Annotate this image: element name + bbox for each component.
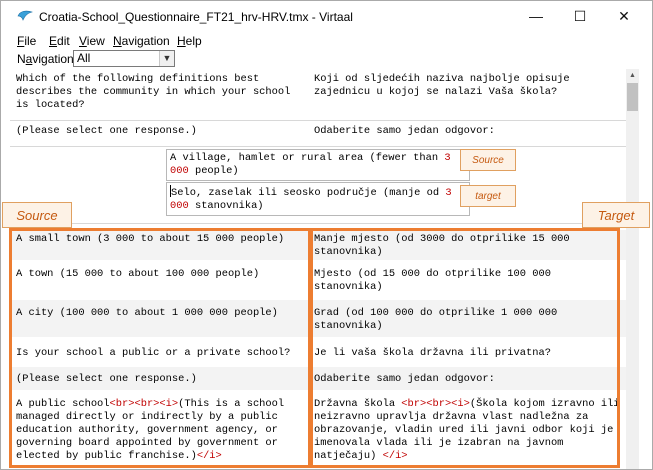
menu-edit[interactable]: Edit — [49, 34, 70, 48]
source-callout-large: Source — [2, 202, 72, 228]
source-callout-small: Source — [460, 149, 516, 171]
navigation-selected-value: All — [77, 51, 91, 65]
target-callout-small: target — [460, 185, 516, 207]
target-text-end[interactable]: stanovnika) — [189, 200, 264, 212]
source-editor: A village, hamlet or rural area (fewer t… — [166, 149, 470, 181]
close-button[interactable]: ✕ — [601, 1, 647, 31]
minimize-button[interactable]: — — [513, 1, 559, 31]
navigation-row: Navigation: All ▼ — [1, 50, 652, 68]
target-text[interactable]: Selo, zaselak ili seosko područje (manje… — [171, 187, 445, 199]
menu-navigation[interactable]: Navigation — [113, 34, 170, 48]
app-window: Croatia-School_Questionnaire_FT21_hrv-HR… — [0, 0, 653, 470]
placeable-number[interactable]: 000 — [170, 165, 189, 177]
virtaal-app-icon — [17, 10, 33, 21]
row-divider — [10, 146, 626, 147]
title-bar: Croatia-School_Questionnaire_FT21_hrv-HR… — [1, 1, 652, 31]
window-title: Croatia-School_Questionnaire_FT21_hrv-HR… — [39, 10, 353, 24]
target-column-highlight — [310, 228, 620, 468]
placeable-number[interactable]: 3 — [444, 152, 450, 164]
target-cell: Koji od sljedećih naziva najbolje opisuj… — [314, 73, 570, 98]
scroll-thumb[interactable] — [627, 83, 638, 111]
menu-file[interactable]: File — [17, 34, 36, 48]
menu-bar: File Edit View Navigation Help — [1, 32, 652, 50]
vertical-scrollbar[interactable]: ▲ — [626, 69, 639, 469]
placeable-number[interactable]: 3 — [445, 187, 451, 199]
navigation-select[interactable]: All ▼ — [73, 50, 175, 67]
placeable-number[interactable]: 000 — [170, 200, 189, 212]
chevron-down-icon[interactable]: ▼ — [159, 51, 174, 66]
table-row[interactable]: (Please select one response.) Odaberite … — [10, 125, 626, 145]
row-divider — [10, 120, 626, 121]
scroll-up-icon[interactable]: ▲ — [626, 69, 639, 82]
maximize-button[interactable]: ☐ — [557, 1, 603, 31]
source-cell: (Please select one response.) — [16, 125, 197, 137]
source-cell: Which of the following definitions best … — [16, 73, 291, 111]
target-editor[interactable]: Selo, zaselak ili seosko područje (manje… — [166, 182, 470, 216]
source-text: A village, hamlet or rural area (fewer t… — [170, 152, 445, 164]
target-callout-large: Target — [582, 202, 650, 228]
target-cell: Odaberite samo jedan odgovor: — [314, 125, 495, 137]
row-divider — [10, 223, 626, 224]
source-column-highlight — [9, 228, 311, 468]
table-row[interactable]: Which of the following definitions best … — [10, 73, 626, 119]
menu-view[interactable]: View — [79, 34, 105, 48]
menu-help[interactable]: Help — [177, 34, 202, 48]
source-text-end: people) — [188, 165, 239, 177]
navigation-label: Navigation: — [17, 52, 78, 66]
